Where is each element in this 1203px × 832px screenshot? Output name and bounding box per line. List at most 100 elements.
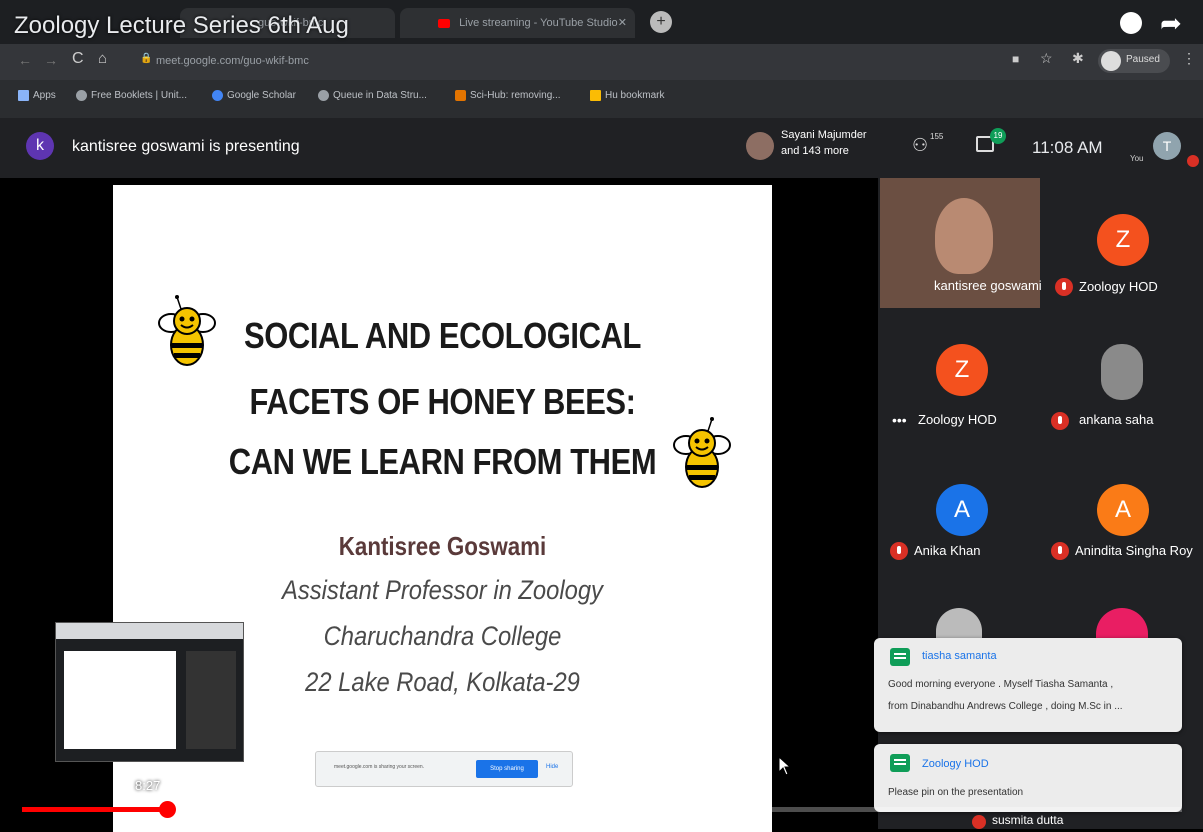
mic-off-icon	[1051, 542, 1069, 560]
participant-tile[interactable]: A Anika Khan	[878, 468, 1040, 618]
thumbnail-browser-bar	[56, 623, 243, 639]
presenter-avatar: k	[26, 132, 54, 160]
you-label: You	[1130, 154, 1144, 163]
forward-icon[interactable]: →	[44, 52, 58, 68]
lock-icon: 🔒	[140, 53, 153, 64]
browser-tab[interactable]: Live streaming - YouTube Studio ✕	[400, 8, 635, 38]
extensions-icon[interactable]: ✱	[1072, 50, 1084, 67]
video-progress-bar[interactable]	[22, 801, 1182, 818]
scihub-icon	[455, 90, 466, 101]
chat-notification[interactable]: Zoology HOD Please pin on the presentati…	[874, 744, 1182, 812]
globe-icon	[76, 90, 87, 101]
profile-status: Paused	[1126, 54, 1160, 65]
presenting-text: kantisree goswami is presenting	[72, 138, 300, 155]
self-avatar[interactable]: T	[1153, 132, 1181, 160]
camera-icon[interactable]: ■	[1012, 52, 1019, 66]
mic-off-icon	[890, 542, 908, 560]
avatar	[1101, 344, 1143, 400]
bookmark-apps[interactable]: Apps	[18, 90, 56, 101]
chat-sender: Zoology HOD	[922, 758, 989, 770]
watch-later-icon[interactable]	[1120, 12, 1142, 34]
chat-message: Please pin on the presentation	[888, 787, 1024, 798]
more-options-icon[interactable]: •••	[892, 412, 907, 428]
bookmark-item[interactable]: Free Booklets | Unit...	[76, 90, 187, 101]
slide-title-line1: SOCIAL AND ECOLOGICAL	[244, 315, 641, 356]
chat-icon	[890, 754, 910, 772]
participant-name: ankana saha	[1079, 412, 1154, 427]
close-icon[interactable]: ✕	[618, 8, 627, 38]
people-icon[interactable]: ⚇	[912, 135, 928, 156]
chat-message: Good morning everyone . Myself Tiasha Sa…	[888, 679, 1114, 690]
scholar-icon	[212, 90, 223, 101]
mouse-cursor-icon	[778, 756, 792, 776]
reload-icon[interactable]: C	[72, 50, 84, 68]
participant-avatar	[746, 132, 774, 160]
globe-icon	[318, 90, 329, 101]
bee-icon	[673, 417, 731, 488]
mic-off-icon	[972, 815, 986, 829]
participant-tile[interactable]: ankana saha	[1043, 328, 1203, 478]
video-scrubber-handle[interactable]	[159, 801, 176, 818]
youtube-icon	[438, 18, 450, 28]
participant-tile[interactable]: Z Zoology HOD	[1043, 178, 1203, 328]
bookmark-item[interactable]: Hu bookmark	[590, 90, 664, 101]
chat-icon	[890, 648, 910, 666]
address-bar: ← → C ⌂ 🔒 meet.google.com/guo-wkif-bmc ■…	[0, 44, 1203, 80]
participant-name: Anindita Singha Roy	[1075, 543, 1193, 558]
participant-count: 155	[930, 132, 944, 141]
mic-off-icon	[1051, 412, 1069, 430]
bookmarks-bar: Apps Free Booklets | Unit... Google Scho…	[0, 80, 1203, 118]
home-icon[interactable]: ⌂	[98, 50, 107, 67]
slide-author: Kantisree Goswami	[338, 531, 547, 561]
participant-name: Zoology HOD	[918, 412, 997, 427]
chat-sender: tiasha samanta	[922, 650, 997, 662]
folder-icon	[590, 90, 601, 101]
apps-icon	[18, 90, 29, 101]
meet-header: k kantisree goswami is presenting Sayani…	[0, 118, 1203, 178]
participants-summary-more: and 143 more	[781, 145, 849, 157]
participant-tile[interactable]: Z ••• Zoology HOD	[878, 328, 1040, 478]
participants-summary: Sayani Majumder	[781, 129, 867, 141]
avatar: Z	[1097, 214, 1149, 266]
video-progress-fill	[22, 807, 167, 812]
chat-message: from Dinabandhu Andrews College , doing …	[888, 701, 1123, 712]
participant-video	[935, 198, 993, 274]
share-icon[interactable]: ➦	[1160, 8, 1182, 39]
participant-name: Anika Khan	[914, 543, 981, 558]
sharing-text: meet.google.com is sharing your screen.	[334, 764, 425, 770]
avatar: A	[1097, 484, 1149, 536]
avatar: Z	[936, 344, 988, 396]
thumbnail-slide	[64, 651, 176, 749]
participant-tile[interactable]: kantisree goswami	[880, 178, 1042, 308]
bookmark-item[interactable]: Google Scholar	[212, 90, 296, 101]
thumbnail-participants	[186, 651, 236, 749]
video-thumbnail-preview	[55, 622, 244, 762]
bookmark-item[interactable]: Queue in Data Stru...	[318, 90, 427, 101]
sharing-notification-bar: meet.google.com is sharing your screen. …	[315, 751, 573, 787]
slide-title-line2: FACETS OF HONEY BEES:	[249, 381, 636, 422]
participant-name: Zoology HOD	[1079, 279, 1158, 294]
participant-tile[interactable]: A Anindita Singha Roy	[1043, 468, 1203, 618]
bookmark-item[interactable]: Sci-Hub: removing...	[455, 90, 561, 101]
hide-button[interactable]: Hide	[546, 764, 558, 770]
participant-name: susmita dutta	[992, 813, 1064, 827]
url-text[interactable]: meet.google.com/guo-wkif-bmc	[156, 55, 309, 67]
avatar: A	[936, 484, 988, 536]
menu-icon[interactable]: ⋮	[1182, 50, 1196, 67]
profile-button[interactable]: Paused	[1098, 49, 1170, 73]
mic-off-icon	[1187, 155, 1199, 167]
avatar	[1101, 51, 1121, 71]
slide-position: Assistant Professor in Zoology	[282, 575, 603, 605]
back-icon[interactable]: ←	[18, 52, 32, 68]
browser-tab-bar: guo-wkif-bmc Live streaming - YouTube St…	[0, 0, 1203, 44]
stop-sharing-button[interactable]: Stop sharing	[476, 760, 538, 778]
chat-notification[interactable]: tiasha samanta Good morning everyone . M…	[874, 638, 1182, 732]
video-title: Zoology Lecture Series 6th Aug	[14, 12, 349, 39]
tab-label: Live streaming - YouTube Studio	[459, 17, 618, 29]
video-timestamp: 8:27	[135, 778, 161, 793]
star-icon[interactable]: ☆	[1040, 50, 1053, 67]
mic-off-icon	[1055, 278, 1073, 296]
chat-badge: 19	[990, 128, 1006, 144]
new-tab-button[interactable]: +	[650, 11, 672, 33]
participant-name: kantisree goswami	[934, 278, 1042, 293]
